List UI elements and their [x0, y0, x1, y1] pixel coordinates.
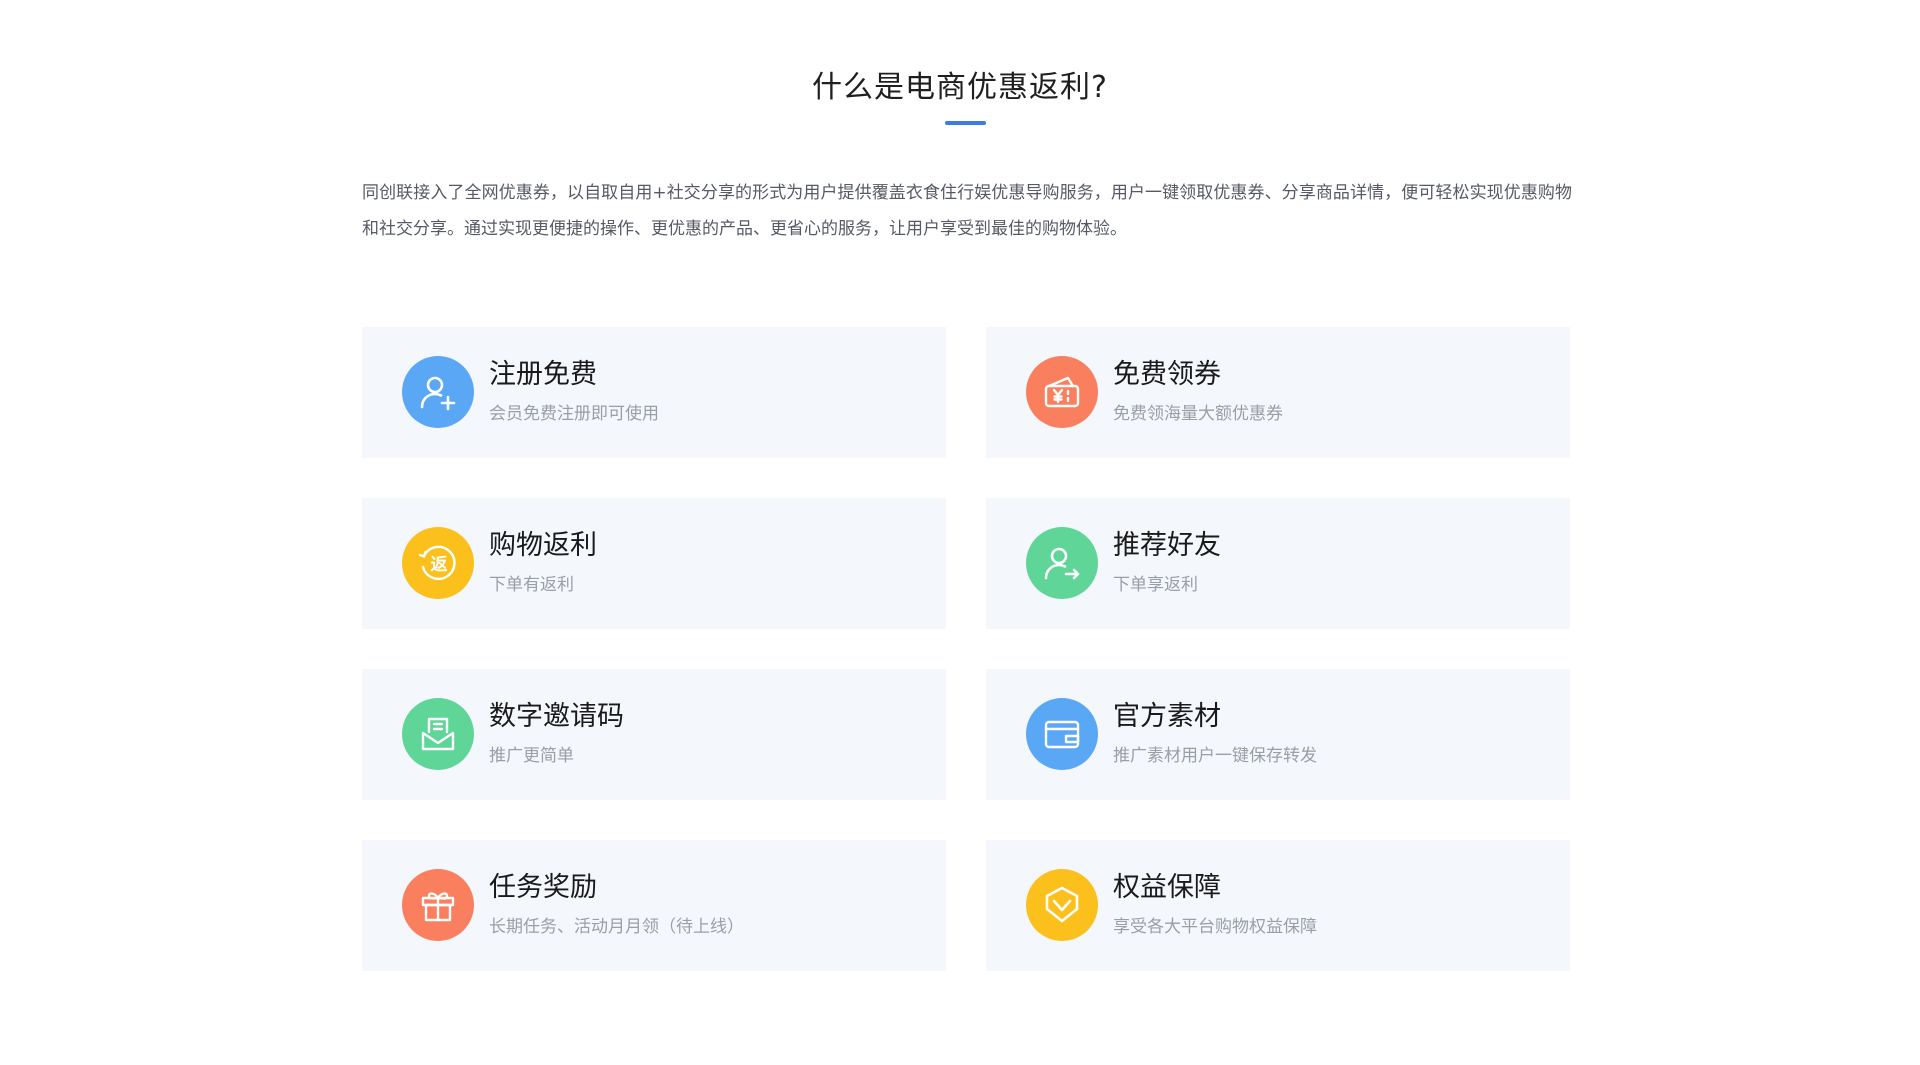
- feature-title: 购物返利: [489, 530, 597, 561]
- title-underline: [945, 121, 986, 125]
- feature-desc: 下单有返利: [489, 575, 574, 595]
- feature-title: 任务奖励: [489, 872, 597, 903]
- feature-title: 数字邀请码: [489, 701, 624, 732]
- wallet-icon: [1026, 698, 1098, 770]
- invite-code-icon: [402, 698, 474, 770]
- coupon-icon: [1026, 356, 1098, 428]
- feature-card-refer: 推荐好友 下单享返利: [986, 498, 1570, 629]
- feature-title: 官方素材: [1113, 701, 1221, 732]
- section-title: 什么是电商优惠返利?: [812, 70, 1108, 105]
- feature-card-invite-code: 数字邀请码 推广更简单: [362, 669, 946, 800]
- feature-title: 免费领券: [1113, 359, 1221, 390]
- feature-desc: 推广更简单: [489, 746, 574, 766]
- feature-title: 推荐好友: [1113, 530, 1221, 561]
- feature-desc: 下单享返利: [1113, 575, 1198, 595]
- feature-desc: 会员免费注册即可使用: [489, 404, 659, 424]
- section-intro: 同创联接入了全网优惠券，以自取自用+社交分享的形式为用户提供覆盖衣食住行娱优惠导…: [362, 183, 1572, 239]
- feature-desc: 享受各大平台购物权益保障: [1113, 917, 1317, 937]
- feature-desc: 免费领海量大额优惠券: [1113, 404, 1283, 424]
- feature-grid: 注册免费 会员免费注册即可使用 免费领券 免费领海量大额优惠券 返 购物返利 下…: [362, 327, 1570, 971]
- add-user-icon: [402, 356, 474, 428]
- feature-desc: 长期任务、活动月月领（待上线）: [489, 917, 744, 937]
- feature-card-rights: 权益保障 享受各大平台购物权益保障: [986, 840, 1570, 971]
- rebate-intro-section: 什么是电商优惠返利? 同创联接入了全网优惠券，以自取自用+社交分享的形式为用户提…: [0, 0, 1920, 1065]
- rebate-icon-text: 返: [431, 555, 448, 575]
- gift-icon: [402, 869, 474, 941]
- shield-icon: [1026, 869, 1098, 941]
- feature-card-task-reward: 任务奖励 长期任务、活动月月领（待上线）: [362, 840, 946, 971]
- feature-title: 权益保障: [1113, 872, 1221, 903]
- feature-desc: 推广素材用户一键保存转发: [1113, 746, 1317, 766]
- share-user-icon: [1026, 527, 1098, 599]
- feature-card-materials: 官方素材 推广素材用户一键保存转发: [986, 669, 1570, 800]
- feature-card-register: 注册免费 会员免费注册即可使用: [362, 327, 946, 458]
- rebate-icon: 返: [402, 527, 474, 599]
- feature-title: 注册免费: [489, 359, 597, 390]
- feature-card-rebate: 返 购物返利 下单有返利: [362, 498, 946, 629]
- feature-card-coupon: 免费领券 免费领海量大额优惠券: [986, 327, 1570, 458]
